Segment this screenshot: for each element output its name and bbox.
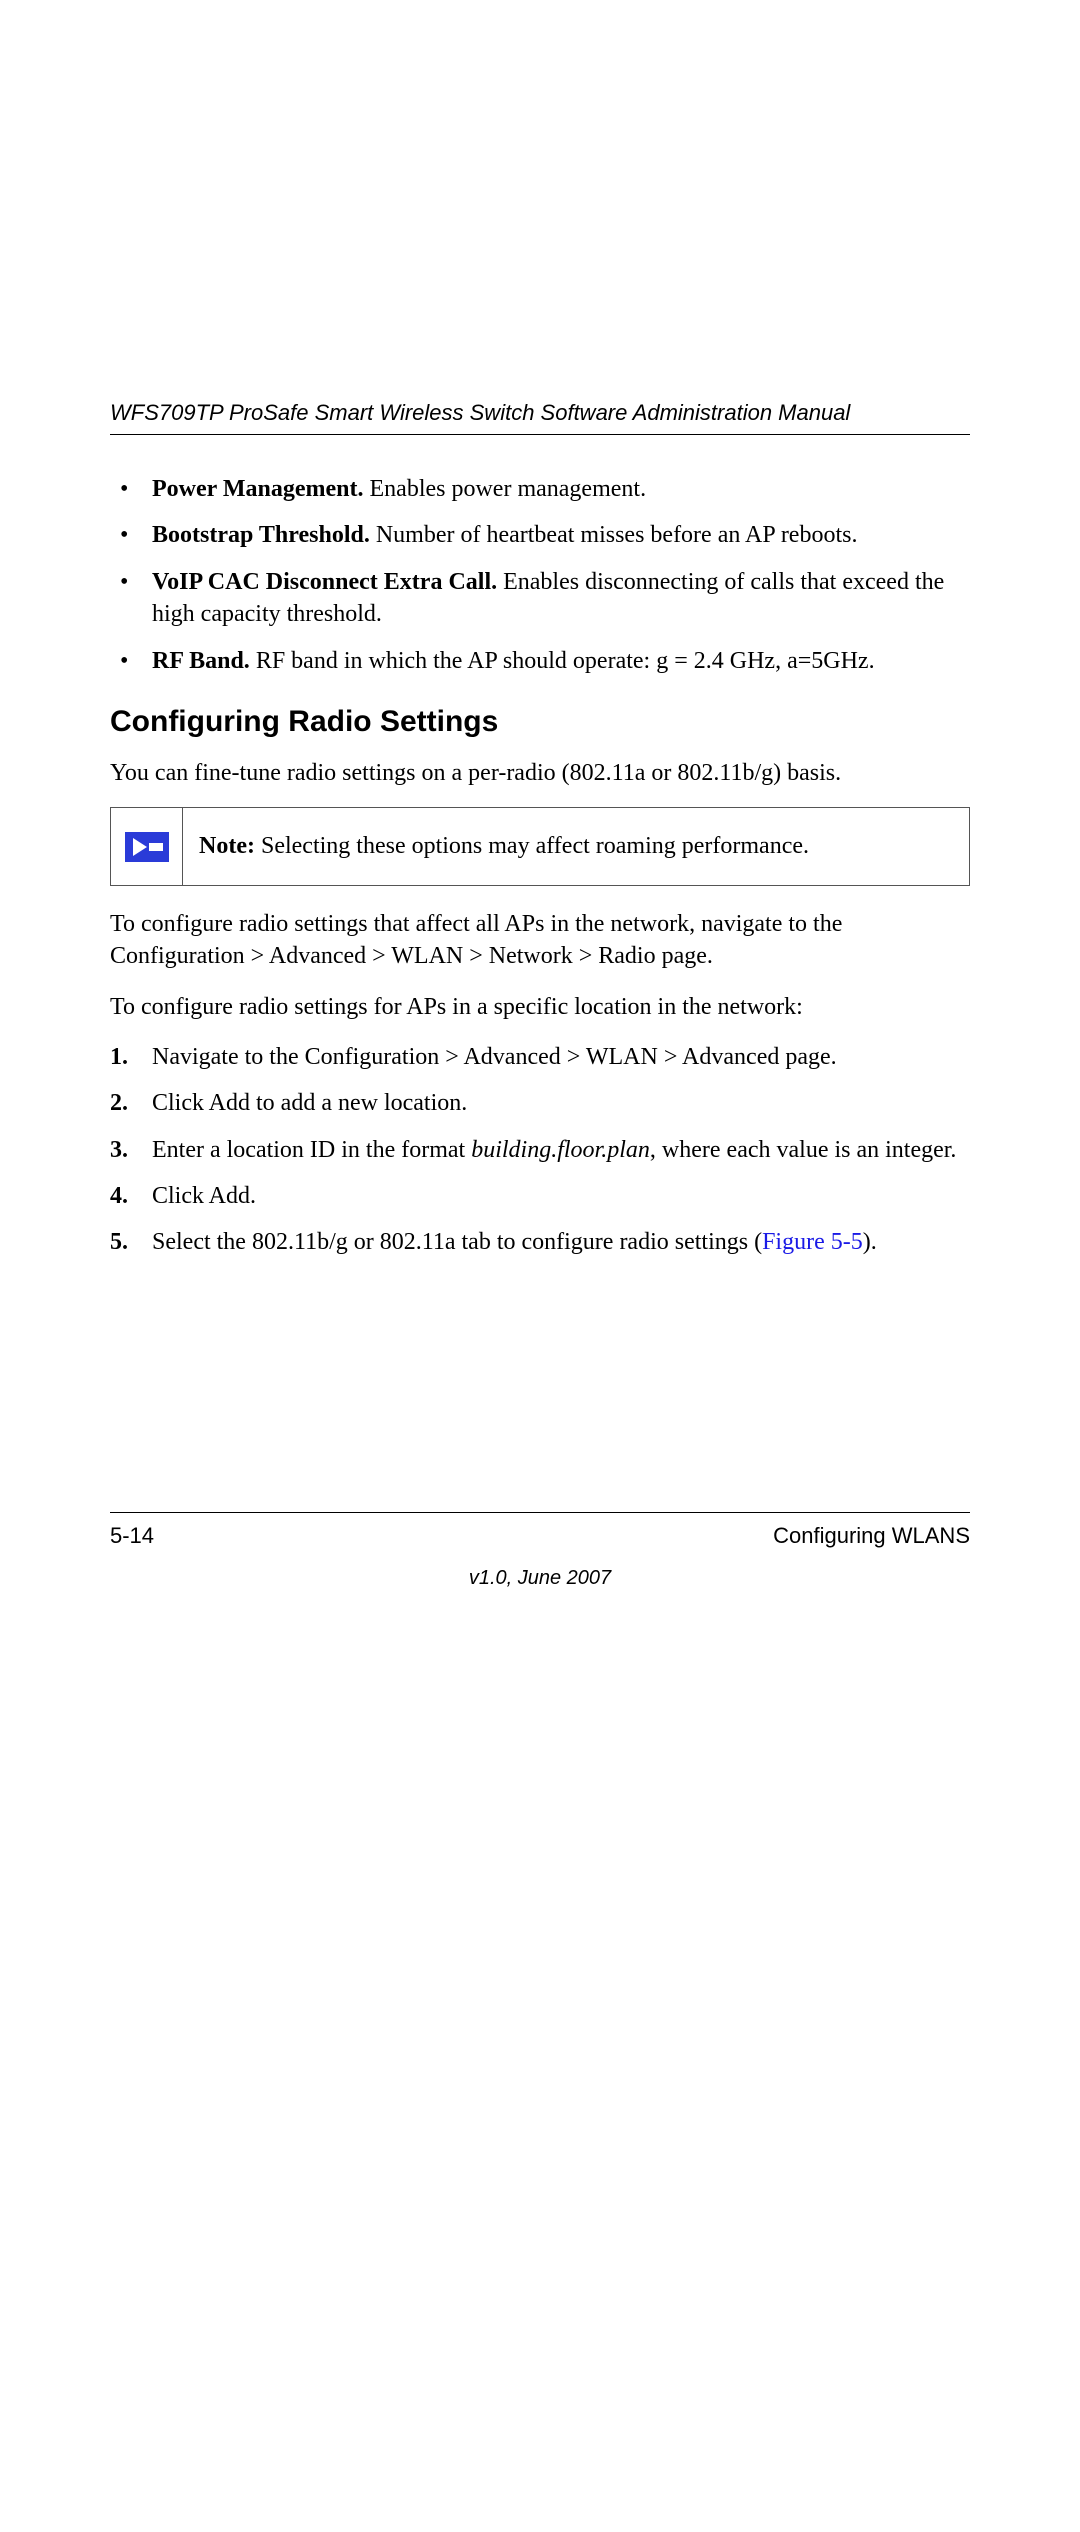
step-item: Enter a location ID in the format buildi… bbox=[110, 1134, 970, 1166]
feature-bullet-list: Power Management. Enables power manageme… bbox=[110, 473, 970, 677]
footer-rule bbox=[110, 1512, 970, 1513]
step-text: Select the 802.11b/g or 802.11a tab to c… bbox=[152, 1229, 762, 1255]
step-item: Click Add. bbox=[110, 1180, 970, 1212]
note-icon-cell bbox=[111, 808, 183, 884]
section-heading: Configuring Radio Settings bbox=[110, 705, 970, 739]
bullet-item: RF Band. RF band in which the AP should … bbox=[110, 645, 970, 677]
bullet-term: VoIP CAC Disconnect Extra Call. bbox=[152, 569, 497, 595]
step-item: Navigate to the Configuration > Advanced… bbox=[110, 1041, 970, 1073]
note-callout: Note: Selecting these options may affect… bbox=[110, 807, 970, 885]
bullet-desc: Number of heartbeat misses before an AP … bbox=[370, 522, 858, 548]
bullet-desc: Enables power management. bbox=[364, 476, 647, 502]
paragraph-all-aps: To configure radio settings that affect … bbox=[110, 908, 970, 973]
step-text: Enter a location ID in the format bbox=[152, 1137, 471, 1163]
note-body: Selecting these options may affect roami… bbox=[255, 833, 809, 859]
bullet-term: Power Management. bbox=[152, 476, 364, 502]
step-item: Click Add to add a new location. bbox=[110, 1087, 970, 1119]
running-header: WFS709TP ProSafe Smart Wireless Switch S… bbox=[110, 400, 970, 435]
figure-link[interactable]: Figure 5-5 bbox=[762, 1229, 863, 1255]
chapter-title: Configuring WLANS bbox=[773, 1523, 970, 1549]
arrow-right-icon bbox=[125, 832, 169, 862]
step-text: , where each value is an integer. bbox=[650, 1137, 957, 1163]
step-text: ). bbox=[863, 1229, 877, 1255]
doc-version: v1.0, June 2007 bbox=[110, 1567, 970, 1590]
steps-list: Navigate to the Configuration > Advanced… bbox=[110, 1041, 970, 1259]
bullet-item: Power Management. Enables power manageme… bbox=[110, 473, 970, 505]
note-label: Note: bbox=[199, 833, 255, 859]
page-number: 5-14 bbox=[110, 1523, 154, 1549]
page-footer: 5-14 Configuring WLANS v1.0, June 2007 bbox=[110, 1512, 970, 1590]
bullet-term: RF Band. bbox=[152, 648, 250, 674]
intro-paragraph: You can fine-tune radio settings on a pe… bbox=[110, 757, 970, 789]
bullet-term: Bootstrap Threshold. bbox=[152, 522, 370, 548]
bullet-desc: RF band in which the AP should operate: … bbox=[250, 648, 875, 674]
page-content: WFS709TP ProSafe Smart Wireless Switch S… bbox=[110, 400, 970, 1273]
bullet-item: Bootstrap Threshold. Number of heartbeat… bbox=[110, 519, 970, 551]
step-item: Select the 802.11b/g or 802.11a tab to c… bbox=[110, 1226, 970, 1258]
footer-row: 5-14 Configuring WLANS bbox=[110, 1523, 970, 1549]
bullet-item: VoIP CAC Disconnect Extra Call. Enables … bbox=[110, 566, 970, 631]
note-text: Note: Selecting these options may affect… bbox=[183, 808, 969, 884]
paragraph-specific-intro: To configure radio settings for APs in a… bbox=[110, 991, 970, 1023]
step-italic: building.floor.plan bbox=[471, 1137, 650, 1163]
